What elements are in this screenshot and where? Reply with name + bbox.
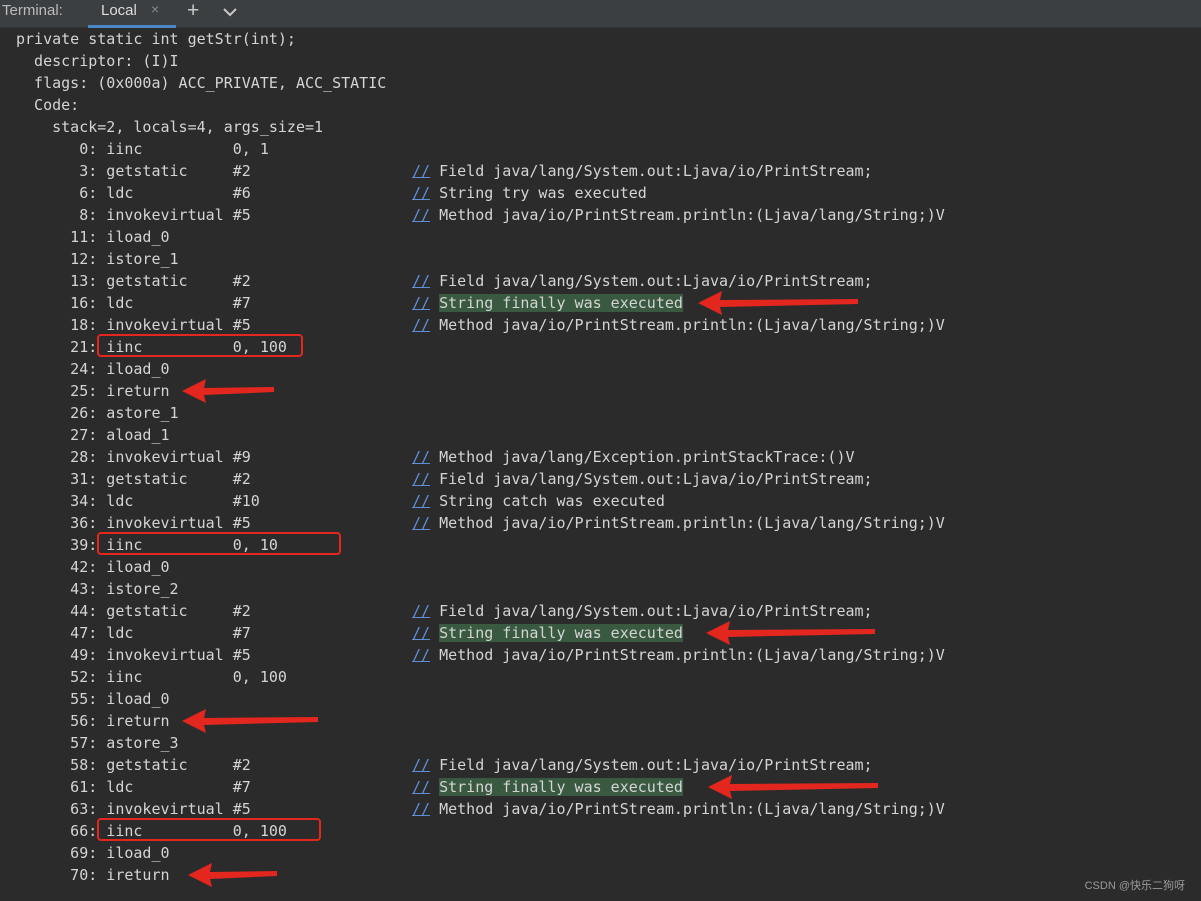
annotation-arrow: [182, 709, 318, 733]
annotation-arrow: [188, 863, 277, 887]
annotation-arrow: [182, 379, 274, 403]
watermark: CSDN @快乐二狗呀: [1084, 880, 1185, 892]
annotation-arrow: [708, 775, 878, 799]
annotation-arrow: [698, 291, 858, 315]
annotation-arrow: [706, 621, 875, 645]
annotation-arrows: [182, 291, 878, 887]
